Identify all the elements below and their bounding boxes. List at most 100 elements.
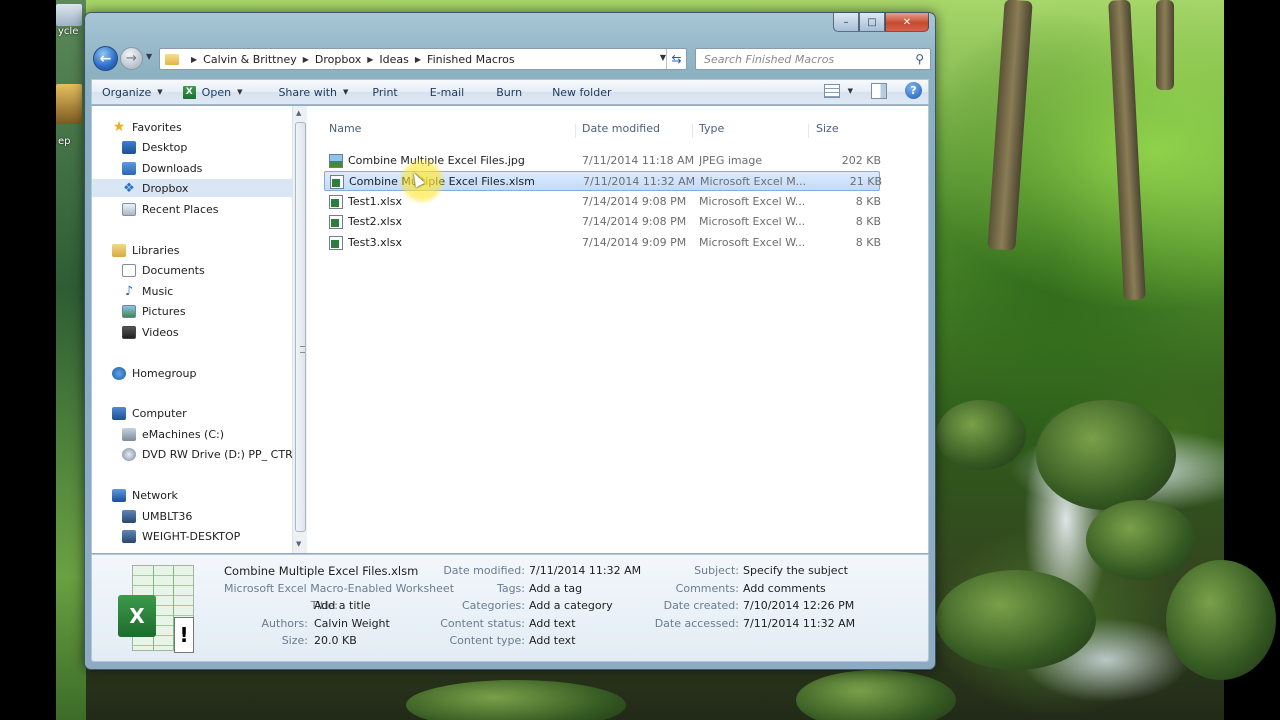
details-authors-field[interactable]: Calvin Weight bbox=[314, 617, 390, 630]
chevron-right-icon[interactable]: ▶ bbox=[367, 55, 373, 64]
details-label: Tags: bbox=[496, 582, 525, 595]
sidebar-item-desktop[interactable]: Desktop bbox=[122, 138, 187, 156]
network-computer-icon bbox=[122, 509, 136, 523]
file-row[interactable]: Test3.xlsx 7/14/2014 9:09 PM Microsoft E… bbox=[324, 233, 881, 253]
recycle-bin-icon[interactable] bbox=[56, 4, 82, 26]
sidebar-item-documents[interactable]: Documents bbox=[122, 261, 205, 279]
details-comments-field[interactable]: Add comments bbox=[743, 582, 826, 595]
breadcrumb-finished-macros[interactable]: Finished Macros bbox=[427, 53, 515, 66]
details-date-modified-value[interactable]: 7/11/2014 11:32 AM bbox=[529, 564, 641, 577]
desktop-icon-label: ep bbox=[58, 136, 71, 147]
file-type: Microsoft Excel M... bbox=[700, 175, 807, 188]
column-header-date-modified[interactable]: Date modified bbox=[582, 122, 660, 140]
recent-pages-dropdown[interactable]: ▼ bbox=[146, 52, 152, 61]
details-tags-field[interactable]: Add a tag bbox=[529, 582, 582, 595]
sidebar-item-homegroup[interactable]: Homegroup bbox=[112, 364, 196, 382]
share-with-button[interactable]: Share with ▼ bbox=[268, 80, 358, 104]
navigation-scrollbar[interactable]: ▲ ▼ bbox=[292, 106, 307, 553]
column-divider[interactable] bbox=[692, 124, 693, 138]
file-date-modified: 7/11/2014 11:18 AM bbox=[582, 154, 694, 167]
close-button[interactable]: ✕ bbox=[885, 13, 929, 32]
chevron-down-icon: ▼ bbox=[157, 88, 163, 96]
folder-icon bbox=[165, 53, 179, 65]
sidebar-item-weight-desktop[interactable]: WEIGHT-DESKTOP bbox=[122, 527, 240, 545]
file-row[interactable]: Test1.xlsx 7/14/2014 9:08 PM Microsoft E… bbox=[324, 192, 881, 212]
sidebar-item-computer[interactable]: Computer bbox=[112, 404, 187, 422]
sidebar-item-libraries[interactable]: Libraries bbox=[112, 241, 180, 259]
view-options-dropdown[interactable]: ▼ bbox=[848, 87, 853, 95]
desktop-shortcut-icon[interactable] bbox=[56, 84, 82, 124]
file-row-selected[interactable]: Combine Multiple Excel Files.xlsm 7/11/2… bbox=[324, 171, 882, 191]
chevron-down-icon: ▼ bbox=[237, 88, 243, 96]
details-subject-field[interactable]: Specify the subject bbox=[743, 564, 848, 577]
minimize-button[interactable]: – bbox=[833, 13, 859, 32]
details-label: Date accessed: bbox=[654, 617, 739, 630]
search-icon[interactable]: ⚲ bbox=[915, 52, 924, 66]
organize-button[interactable]: Organize ▼ bbox=[92, 80, 173, 104]
excel-macro-file-icon: X ! bbox=[118, 565, 200, 657]
back-button[interactable]: ← bbox=[93, 46, 118, 71]
help-icon[interactable]: ? bbox=[905, 82, 922, 99]
file-row[interactable]: Test2.xlsx 7/14/2014 9:08 PM Microsoft E… bbox=[324, 212, 881, 232]
refresh-icon[interactable]: ⇆ bbox=[666, 49, 686, 69]
details-content-status-field[interactable]: Add text bbox=[529, 617, 576, 630]
sidebar-item-umblt36[interactable]: UMBLT36 bbox=[122, 507, 192, 525]
libraries-icon bbox=[112, 243, 126, 257]
breadcrumb-calvin-brittney[interactable]: Calvin & Brittney bbox=[203, 53, 297, 66]
search-input[interactable]: Search Finished Macros ⚲ bbox=[695, 48, 931, 70]
sidebar-item-pictures[interactable]: Pictures bbox=[122, 302, 186, 320]
sidebar-item-dropbox[interactable]: ❖ Dropbox bbox=[92, 179, 292, 197]
email-button[interactable]: E-mail bbox=[420, 80, 475, 104]
column-divider[interactable] bbox=[575, 124, 576, 138]
column-header-type[interactable]: Type bbox=[699, 122, 724, 140]
sidebar-item-music[interactable]: ♪ Music bbox=[122, 282, 173, 300]
scroll-down-icon[interactable]: ▼ bbox=[296, 540, 301, 548]
burn-button[interactable]: Burn bbox=[486, 80, 532, 104]
details-pane: X ! Combine Multiple Excel Files.xlsm Mi… bbox=[91, 554, 929, 662]
sidebar-item-label: Computer bbox=[132, 406, 187, 420]
address-bar[interactable]: ▶ Calvin & Brittney ▶ Dropbox ▶ Ideas ▶ … bbox=[159, 48, 687, 70]
column-divider[interactable] bbox=[808, 124, 809, 138]
sidebar-item-downloads[interactable]: Downloads bbox=[122, 159, 202, 177]
change-view-icon[interactable] bbox=[823, 83, 840, 98]
details-title-field[interactable]: Add a title bbox=[314, 599, 371, 612]
chevron-right-icon[interactable]: ▶ bbox=[303, 55, 309, 64]
sidebar-item-label: Network bbox=[132, 488, 178, 502]
breadcrumb-dropbox[interactable]: Dropbox bbox=[315, 53, 361, 66]
forward-button[interactable]: → bbox=[120, 47, 143, 70]
details-date-created-value[interactable]: 7/10/2014 12:26 PM bbox=[743, 599, 854, 612]
column-header-size[interactable]: Size bbox=[816, 122, 839, 140]
details-label: Size: bbox=[281, 634, 308, 647]
desktop-icon bbox=[122, 140, 136, 154]
print-button[interactable]: Print bbox=[362, 80, 407, 104]
scrollbar-thumb[interactable] bbox=[295, 122, 306, 532]
new-folder-button[interactable]: New folder bbox=[542, 80, 621, 104]
open-button[interactable]: X Open ▼ bbox=[173, 80, 253, 104]
details-content-type-field[interactable]: Add text bbox=[529, 634, 576, 647]
maximize-button[interactable]: □ bbox=[859, 13, 885, 32]
sidebar-item-label: WEIGHT-DESKTOP bbox=[142, 529, 241, 543]
scroll-up-icon[interactable]: ▲ bbox=[296, 109, 301, 117]
sidebar-item-network[interactable]: Network bbox=[112, 486, 178, 504]
organize-label: Organize bbox=[102, 85, 152, 99]
breadcrumb-ideas[interactable]: Ideas bbox=[379, 53, 408, 66]
details-date-accessed-value[interactable]: 7/11/2014 11:32 AM bbox=[743, 617, 855, 630]
sidebar-item-recent-places[interactable]: Recent Places bbox=[122, 200, 219, 218]
chevron-right-icon[interactable]: ▶ bbox=[415, 55, 421, 64]
sidebar-item-videos[interactable]: Videos bbox=[122, 323, 179, 341]
column-header-name[interactable]: Name bbox=[329, 122, 361, 140]
mossy-rock bbox=[936, 400, 1026, 470]
details-categories-field[interactable]: Add a category bbox=[529, 599, 613, 612]
sidebar-item-emachines-c[interactable]: eMachines (C:) bbox=[122, 425, 224, 443]
file-row[interactable]: Combine Multiple Excel Files.jpg 7/11/20… bbox=[324, 151, 881, 171]
left-letterbox bbox=[0, 0, 56, 720]
details-size-value: 20.0 KB bbox=[314, 634, 357, 647]
sidebar-item-favorites[interactable]: ★ Favorites bbox=[112, 118, 182, 136]
preview-pane-icon[interactable] bbox=[871, 82, 887, 99]
sidebar-item-dvd-drive[interactable]: DVD RW Drive (D:) PP_ CTR-B bbox=[122, 445, 292, 463]
navigation-row: ← → ▼ ▶ Calvin & Brittney ▶ Dropbox ▶ Id… bbox=[91, 46, 931, 72]
explorer-content: ★ Favorites Desktop Downloads ❖ Dropbox … bbox=[91, 106, 929, 553]
chevron-right-icon[interactable]: ▶ bbox=[191, 55, 197, 64]
file-list: Name Date modified Type Size Combine Mul… bbox=[308, 106, 928, 553]
file-name: Test1.xlsx bbox=[348, 195, 402, 208]
